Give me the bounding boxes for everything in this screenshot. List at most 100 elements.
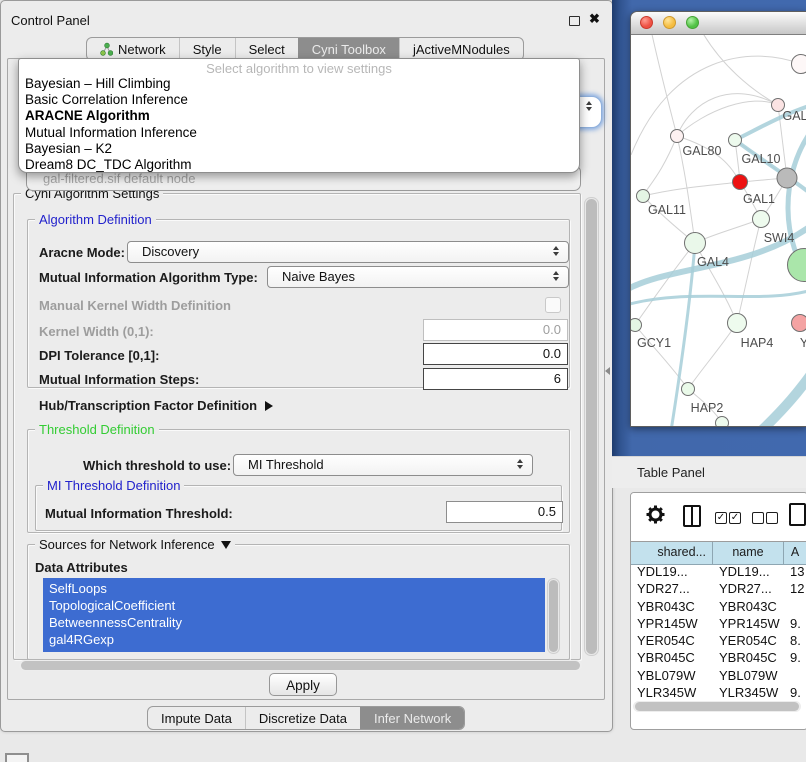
tab-select[interactable]: Select <box>235 38 298 60</box>
column-header-a[interactable]: A <box>784 542 806 564</box>
tab-infer-network[interactable]: Infer Network <box>360 707 464 729</box>
node-label-gal80: GAL80 <box>683 144 722 158</box>
which-threshold-value: MI Threshold <box>248 457 324 472</box>
stepper-icon <box>517 459 524 469</box>
table-cell: 9. <box>784 615 806 632</box>
deselect-all-icon[interactable] <box>752 512 764 524</box>
zoom-traffic-light-icon[interactable] <box>686 16 699 29</box>
attribute-item-betweennesscentrality[interactable]: BetweennessCentrality <box>43 614 545 631</box>
node-label-gal1: GAL1 <box>743 192 775 206</box>
settings-vertical-scrollbar[interactable] <box>584 197 599 656</box>
kernel-width-field[interactable]: 0.0 <box>423 319 568 341</box>
hub-definition-toggle[interactable]: Hub/Transcription Factor Definition <box>39 398 273 413</box>
threshold-definition-title: Threshold Definition <box>35 422 159 437</box>
table-cell: YBL079W <box>631 667 713 684</box>
table-row[interactable]: YBL079WYBL079W <box>631 667 806 684</box>
mi-steps-field[interactable]: 6 <box>423 368 568 390</box>
algorithm-option-list: Bayesian – Hill ClimbingBasic Correlatio… <box>19 76 579 173</box>
table-row[interactable]: YLR345WYLR345W9. <box>631 684 806 701</box>
show-columns-icon[interactable] <box>683 505 701 527</box>
deselect-all-icon[interactable] <box>766 512 778 524</box>
sources-title: Sources for Network Inference <box>39 537 215 552</box>
attribute-item-topologicalcoefficient[interactable]: TopologicalCoefficient <box>43 597 545 614</box>
select-all-icon[interactable]: ✓ <box>715 512 727 524</box>
table-cell: YDL19... <box>631 563 713 580</box>
algorithm-option-basic-correlation-inference[interactable]: Basic Correlation Inference <box>19 92 579 108</box>
mi-algorithm-type-value: Naive Bayes <box>282 269 355 284</box>
network-node[interactable] <box>715 416 729 426</box>
column-header-shared-[interactable]: shared... <box>631 542 713 564</box>
minimize-traffic-light-icon[interactable] <box>663 16 676 29</box>
table-row[interactable]: YDR27...YDR27...12 <box>631 580 806 597</box>
table-toolbar: ✓ ✓ <box>631 493 806 541</box>
algorithm-option-bayesian-k2[interactable]: Bayesian – K2 <box>19 141 579 157</box>
network-node-gal80[interactable] <box>670 129 684 143</box>
apply-button[interactable]: Apply <box>269 673 337 696</box>
mi-algorithm-type-select[interactable]: Naive Bayes <box>267 266 569 288</box>
aracne-mode-select[interactable]: Discovery <box>127 241 569 263</box>
close-icon[interactable]: ✖ <box>589 11 600 27</box>
attributes-scrollbar[interactable] <box>547 578 560 654</box>
table-row[interactable]: YPR145WYPR145W9. <box>631 615 806 632</box>
algorithm-option-aracne-algorithm[interactable]: ARACNE Algorithm <box>19 108 579 124</box>
column-header-name[interactable]: name <box>713 542 784 564</box>
table-cell: 12 <box>784 580 806 597</box>
settings-horizontal-scrollbar[interactable] <box>19 660 582 671</box>
attribute-item-selfloops[interactable]: SelfLoops <box>43 580 545 597</box>
table-cell: YDR27... <box>631 580 713 597</box>
network-node-gal11[interactable] <box>636 189 650 203</box>
network-node-hap4[interactable] <box>727 313 747 333</box>
table-cell: YPR145W <box>631 615 713 632</box>
network-node-y[interactable] <box>791 314 806 332</box>
table-cell: YBR045C <box>631 649 713 666</box>
algorithm-option-bayesian-hill-climbing[interactable]: Bayesian – Hill Climbing <box>19 76 579 92</box>
tab-network[interactable]: Network <box>87 38 179 60</box>
attribute-item-gal4rgexp[interactable]: gal4RGexp <box>43 631 545 648</box>
table-row[interactable]: YBR043CYBR043C <box>631 598 806 615</box>
kernel-width-label: Kernel Width (0,1): <box>39 324 154 339</box>
table-horizontal-scrollbar[interactable] <box>633 701 801 712</box>
table-rows: YDL19...YDL19...13YDR27...YDR27...12YBR0… <box>631 563 806 701</box>
tab-impute-data[interactable]: Impute Data <box>148 707 245 729</box>
table-row[interactable]: YER054CYER054C8. <box>631 632 806 649</box>
tab-jactivemnodules[interactable]: jActiveMNodules <box>399 38 523 60</box>
table-row[interactable]: YDL19...YDL19...13 <box>631 563 806 580</box>
mi-algorithm-type-label: Mutual Information Algorithm Type: <box>39 270 258 285</box>
mi-threshold-field[interactable]: 0.5 <box>446 501 563 523</box>
network-node-swi4[interactable] <box>752 210 770 228</box>
network-node-gal1[interactable] <box>732 174 748 190</box>
tab-label: Cyni Toolbox <box>312 42 386 57</box>
tab-style[interactable]: Style <box>179 38 235 60</box>
select-all-icon[interactable]: ✓ <box>729 512 741 524</box>
minimized-panel-icon[interactable] <box>5 753 29 762</box>
which-threshold-select[interactable]: MI Threshold <box>233 454 533 476</box>
node-label-gal: GAL <box>782 109 806 123</box>
tab-discretize-data[interactable]: Discretize Data <box>245 707 360 729</box>
network-node-gal4[interactable] <box>684 232 706 254</box>
data-attributes-list[interactable]: SelfLoopsTopologicalCoefficientBetweenne… <box>43 578 545 652</box>
tab-cyni-toolbox[interactable]: Cyni Toolbox <box>298 38 399 60</box>
table-cell: YBR045C <box>713 649 784 666</box>
algorithm-dropdown-popup: Select algorithm to view settings Bayesi… <box>18 58 580 173</box>
algorithm-option-mutual-information-inference[interactable]: Mutual Information Inference <box>19 125 579 141</box>
network-window-titlebar[interactable] <box>631 12 806 35</box>
table-cell: YLR345W <box>631 684 713 701</box>
network-node-gal10[interactable] <box>728 133 742 147</box>
manual-kernel-width-checkbox[interactable] <box>545 297 561 313</box>
new-table-icon[interactable] <box>789 503 806 526</box>
dpi-tolerance-field[interactable]: 0.0 <box>423 343 568 365</box>
stepper-icon <box>586 101 593 111</box>
algorithm-option-dream8-dc-tdc-algorithm[interactable]: Dream8 DC_TDC Algorithm <box>19 157 579 173</box>
network-node-hap2[interactable] <box>681 382 695 396</box>
network-node[interactable] <box>777 168 798 189</box>
splitter-handle[interactable] <box>605 367 610 375</box>
table-row[interactable]: YBR045CYBR045C9. <box>631 649 806 666</box>
table-cell: YLR345W <box>713 684 784 701</box>
network-node[interactable] <box>791 54 806 74</box>
gear-icon[interactable] <box>645 504 666 525</box>
network-canvas[interactable]: GALGAL80GAL10GAL1GAL11SWI4GAL4GCY1HAP4YH… <box>631 35 806 426</box>
sources-toggle[interactable]: Sources for Network Inference <box>35 537 235 552</box>
close-traffic-light-icon[interactable] <box>640 16 653 29</box>
float-window-icon[interactable] <box>569 16 580 26</box>
node-label-gal10: GAL10 <box>742 152 781 166</box>
